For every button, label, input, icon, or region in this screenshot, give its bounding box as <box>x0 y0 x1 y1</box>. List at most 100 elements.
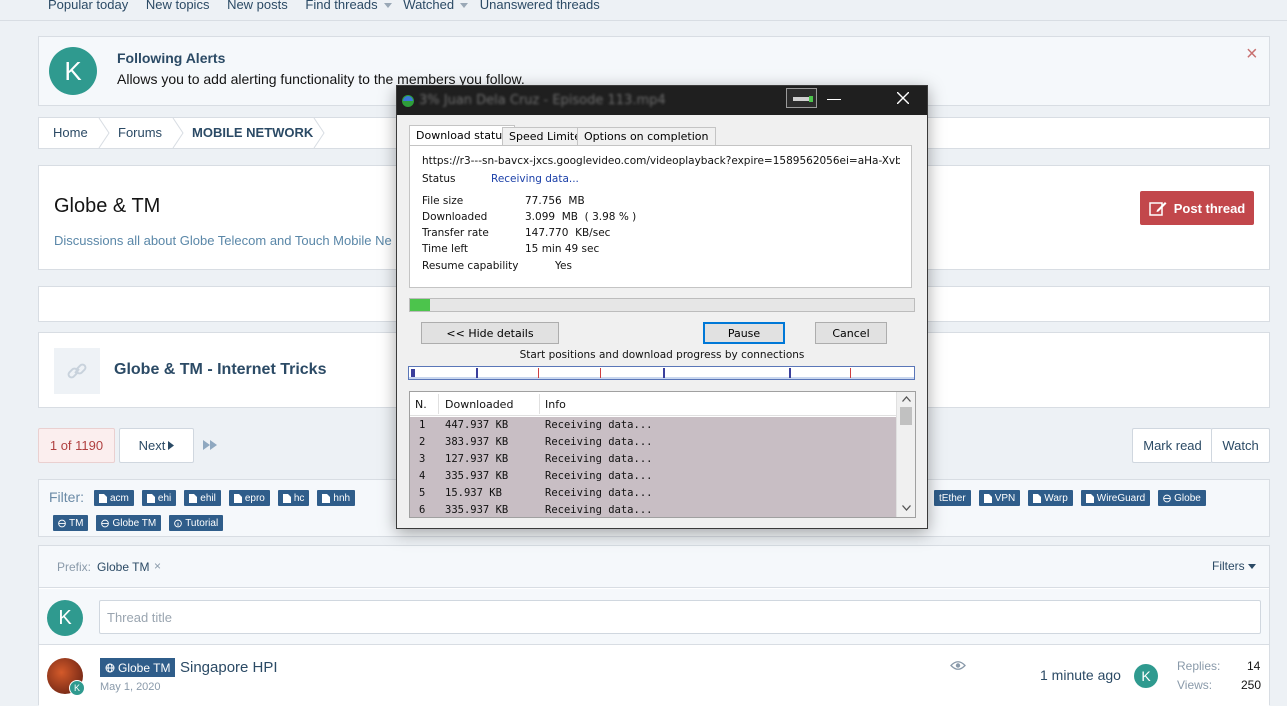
filter-chip[interactable]: Globe <box>1158 490 1206 506</box>
eye-icon <box>950 661 966 670</box>
filter-chip[interactable]: TM <box>53 515 89 531</box>
dialog-title: 3% Juan Dela Cruz - Episode 113.mp4 <box>419 93 666 108</box>
tab-download-status[interactable]: Download status <box>409 125 515 146</box>
close-icon[interactable] <box>897 92 909 104</box>
globe-icon <box>101 519 110 527</box>
chevron-down-icon[interactable] <box>902 505 911 511</box>
thread-prefix-badge[interactable]: Globe TM <box>100 658 176 677</box>
breadcrumb-home[interactable]: Home <box>53 118 88 148</box>
speed-indicator-icon[interactable] <box>786 88 817 108</box>
filter-chips-right: tEther VPN Warp WireGuard Globe <box>934 490 1214 506</box>
nav-popular-today[interactable]: Popular today <box>48 0 128 12</box>
prefix-value[interactable]: Globe TM <box>97 560 149 574</box>
table-row[interactable]: 6 335.937 KB Receiving data... <box>410 502 896 517</box>
mark-read-button[interactable]: Mark read <box>1132 428 1212 463</box>
downloaded-label: Downloaded <box>422 211 488 223</box>
pause-button[interactable]: Pause <box>703 322 785 344</box>
page-title: Globe & TM <box>54 195 161 217</box>
nav-find-threads[interactable]: Find threads <box>305 0 377 12</box>
tab-options-on-completion[interactable]: Options on completion <box>577 127 716 145</box>
resume-label: Resume capability <box>422 260 519 272</box>
globe-icon <box>58 519 66 527</box>
table-row[interactable]: 1 447.937 KB Receiving data... <box>410 417 896 434</box>
document-icon <box>983 493 992 503</box>
next-page-button[interactable]: Next <box>119 428 194 463</box>
dialog-title-bar[interactable]: 3% Juan Dela Cruz - Episode 113.mp4 <box>397 86 927 115</box>
filter-chip[interactable]: Warp <box>1028 490 1073 506</box>
chevron-right-icon <box>313 118 325 148</box>
scrollbar[interactable] <box>896 392 915 517</box>
filter-chips-left: acm ehi ehil epro hc hnh <box>94 490 363 506</box>
replies-label: Replies: <box>1177 659 1221 673</box>
globe-icon <box>105 663 115 672</box>
thread-title-input[interactable]: Thread title <box>99 600 1261 634</box>
file-size-value: 77.756 MB <box>525 195 585 207</box>
breadcrumb-mobile-network[interactable]: MOBILE NETWORK <box>192 118 313 148</box>
thread-row[interactable]: K Globe TM Singapore HPI May 1, 2020 1 m… <box>39 646 1269 706</box>
filter-chip[interactable]: ehi <box>141 490 177 506</box>
chevron-right-icon <box>168 441 175 450</box>
table-row[interactable]: 5 15.937 KB Receiving data... <box>410 485 896 502</box>
scrollbar-thumb[interactable] <box>900 407 912 425</box>
resume-value: Yes <box>555 260 572 272</box>
last-post-time[interactable]: 1 minute ago <box>1040 667 1121 683</box>
prefix-filter: Prefix: Globe TM × Filters <box>39 546 1269 588</box>
breadcrumb-forums[interactable]: Forums <box>118 118 162 148</box>
filter-chip[interactable]: tEther <box>934 490 971 506</box>
post-thread-button[interactable]: Post thread <box>1140 191 1254 225</box>
download-url: https://r3---sn-bavcx-jxcs.googlevideo.c… <box>422 155 900 167</box>
filter-chip[interactable]: acm <box>94 490 134 506</box>
fast-forward-icon[interactable] <box>203 440 217 450</box>
nav-new-posts[interactable]: New posts <box>227 0 288 12</box>
close-icon[interactable]: × <box>1246 43 1258 66</box>
connections-table: N. Downloaded Info 1 447.937 KB Receiving … <box>409 391 916 518</box>
hide-details-button[interactable]: << Hide details <box>421 322 559 344</box>
chevron-down-icon[interactable] <box>383 3 392 9</box>
document-icon <box>146 493 155 503</box>
progress-bar <box>409 298 915 312</box>
watch-button[interactable]: Watch <box>1211 428 1270 463</box>
table-row[interactable]: 3 127.937 KB Receiving data... <box>410 451 896 468</box>
filter-chip[interactable]: hnh <box>317 490 356 506</box>
nav-new-topics[interactable]: New topics <box>146 0 210 12</box>
transfer-rate-value: 147.770 KB/sec <box>525 227 611 239</box>
nav-divider <box>0 20 1287 21</box>
filter-chip[interactable]: ehil <box>184 490 221 506</box>
page-current[interactable]: 1 of 1190 <box>38 428 115 463</box>
avatar[interactable]: K <box>1134 664 1158 688</box>
column-header[interactable]: Info <box>545 398 566 411</box>
document-icon <box>1085 493 1094 503</box>
filter-chip[interactable]: VPN <box>978 490 1021 506</box>
nav-watched[interactable]: Watched <box>403 0 454 12</box>
avatar: K <box>49 47 97 95</box>
chevron-down-icon[interactable] <box>460 3 469 9</box>
cancel-button[interactable]: Cancel <box>815 322 887 344</box>
views-label: Views: <box>1177 678 1213 692</box>
new-thread-row: K Thread title <box>39 589 1269 645</box>
connections-bar <box>408 366 915 380</box>
time-left-label: Time left <box>422 243 469 255</box>
nav-unanswered-threads[interactable]: Unanswered threads <box>480 0 600 12</box>
filter-chip[interactable]: WireGuard <box>1080 490 1151 506</box>
filters-dropdown[interactable]: Filters <box>1212 559 1256 573</box>
thread-title[interactable]: Singapore HPI <box>180 659 278 676</box>
filter-chips-row2: TM Globe TM Tutorial <box>53 515 231 531</box>
download-dialog: 3% Juan Dela Cruz - Episode 113.mp4 Down… <box>396 85 928 529</box>
subforum-title[interactable]: Globe & TM - Internet Tricks <box>114 361 326 379</box>
alert-title: Following Alerts <box>117 50 226 66</box>
filter-chip[interactable]: Globe TM <box>96 515 162 531</box>
filter-chip[interactable]: hc <box>277 490 310 506</box>
time-left-value: 15 min 49 sec <box>525 243 600 255</box>
table-row[interactable]: 2 383.937 KB Receiving data... <box>410 434 896 451</box>
top-nav: Popular today New topics New posts Find … <box>48 0 600 13</box>
filter-chip[interactable]: Tutorial <box>169 515 224 531</box>
column-header[interactable]: N. <box>415 398 427 411</box>
filter-label: Filter: <box>49 489 84 505</box>
minimize-icon[interactable] <box>827 99 841 100</box>
chevron-up-icon[interactable] <box>902 396 911 402</box>
column-header[interactable]: Downloaded <box>445 398 513 411</box>
filter-chip[interactable]: epro <box>228 490 270 506</box>
close-icon[interactable]: × <box>154 559 161 573</box>
document-icon <box>282 493 291 503</box>
table-row[interactable]: 4 335.937 KB Receiving data... <box>410 468 896 485</box>
